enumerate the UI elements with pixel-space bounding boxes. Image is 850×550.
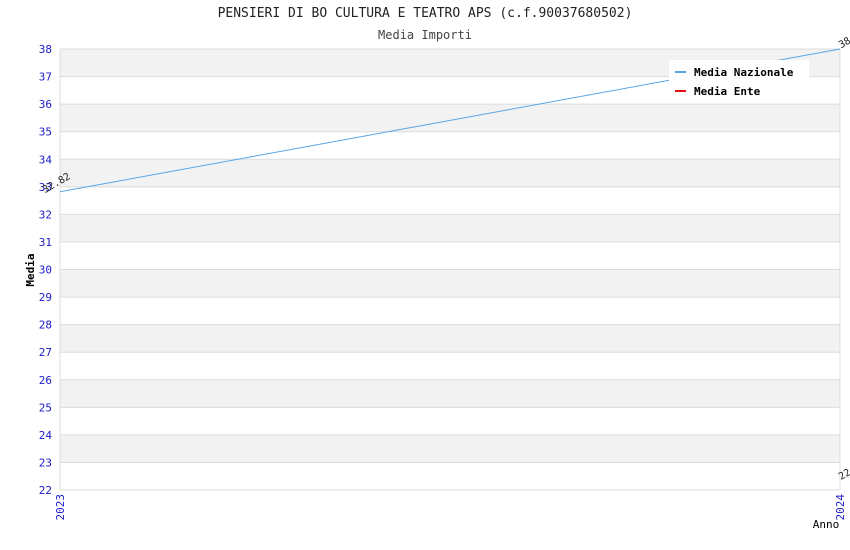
y-tick-label: 37 bbox=[39, 71, 52, 84]
y-tick-label: 36 bbox=[39, 98, 52, 111]
y-tick-label: 22 bbox=[39, 484, 52, 497]
y-tick-label: 31 bbox=[39, 236, 52, 249]
band bbox=[60, 434, 840, 463]
y-tick-label: 24 bbox=[39, 429, 53, 442]
band bbox=[60, 104, 840, 132]
y-tick-label: 35 bbox=[39, 126, 52, 139]
legend-label: Media Nazionale bbox=[694, 66, 794, 79]
y-tick-label: 32 bbox=[39, 208, 52, 221]
band bbox=[60, 379, 840, 408]
x-axis-ticks: 2023 2024 bbox=[54, 494, 847, 521]
data-label: 38.00 bbox=[837, 27, 850, 52]
y-tick-label: 27 bbox=[39, 346, 52, 359]
y-tick-label: 25 bbox=[39, 401, 52, 414]
line-chart: 2223242526272829303132333435363738 2023 2… bbox=[24, 27, 850, 531]
y-tick-label: 30 bbox=[39, 264, 52, 277]
band bbox=[60, 214, 840, 242]
y-tick-label: 29 bbox=[39, 291, 52, 304]
band bbox=[60, 324, 840, 353]
background-bands bbox=[60, 49, 840, 463]
legend: Media Nazionale Media Ente bbox=[669, 60, 809, 100]
x-axis-label: Anno bbox=[813, 518, 840, 531]
y-tick-label: 28 bbox=[39, 319, 52, 332]
y-tick-label: 23 bbox=[39, 456, 52, 469]
y-axis-label: Media bbox=[24, 253, 37, 286]
y-tick-label: 26 bbox=[39, 374, 52, 387]
y-tick-label: 34 bbox=[39, 153, 53, 166]
x-tick-label: 2024 bbox=[834, 494, 847, 521]
band bbox=[60, 269, 840, 298]
band bbox=[60, 159, 840, 187]
y-axis-ticks: 2223242526272829303132333435363738 bbox=[39, 43, 53, 497]
legend-label: Media Ente bbox=[694, 85, 761, 98]
x-tick-label: 2023 bbox=[54, 494, 67, 521]
y-tick-label: 38 bbox=[39, 43, 52, 56]
